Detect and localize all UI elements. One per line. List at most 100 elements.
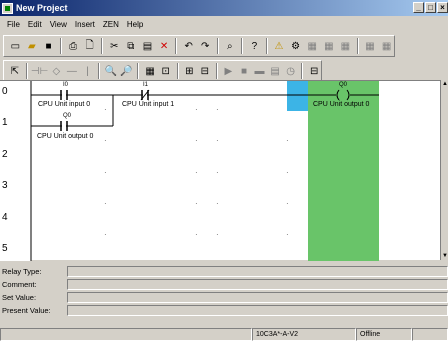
cut-icon[interactable]: ✂ xyxy=(107,38,122,54)
stop-icon[interactable]: ■ xyxy=(237,63,251,79)
run-icon[interactable]: ▶ xyxy=(222,63,236,79)
present-value-label: Present Value: xyxy=(2,305,51,315)
select-icon[interactable]: ⇱ xyxy=(8,63,22,79)
contact-comment: CPU Unit input 0 xyxy=(38,101,91,108)
contact-comment: CPU Unit input 1 xyxy=(122,101,175,108)
close-button[interactable]: × xyxy=(437,2,448,13)
menu-view[interactable]: View xyxy=(46,20,71,29)
set-value-field[interactable] xyxy=(67,291,448,303)
print-icon[interactable]: ⎙ xyxy=(66,38,81,54)
comment-label: Comment: xyxy=(2,279,37,289)
contact-icon[interactable]: ⊣⊢ xyxy=(31,63,48,79)
toolbar-separator xyxy=(215,63,218,79)
disabled-tool-icon[interactable]: ▦ xyxy=(305,38,320,54)
online-icon[interactable]: ⊞ xyxy=(183,63,197,79)
row-number: 3 xyxy=(2,180,8,191)
present-value-row: Present Value: xyxy=(0,304,448,316)
program-icon[interactable]: ▬ xyxy=(253,63,267,79)
row-number: 4 xyxy=(2,212,8,223)
window-controls: _ □ × xyxy=(413,2,448,13)
compile-icon[interactable]: ⚙ xyxy=(288,38,303,54)
row-number: 0 xyxy=(2,86,8,97)
redo-icon[interactable]: ↷ xyxy=(198,38,213,54)
help-icon[interactable]: ? xyxy=(247,38,262,54)
disabled-tool-icon[interactable]: ▦ xyxy=(379,38,394,54)
ladder-toolbar: ⇱ ⊣⊢ ◇ — | 🔍 🔎 ▦ ⊡ ⊞ ⊟ ▶ ■ ▬ ▤ ◷ ⊟ xyxy=(3,60,322,82)
coil-address: Q0 xyxy=(339,82,348,88)
coil-icon[interactable]: ◇ xyxy=(50,63,64,79)
open-icon[interactable]: ▰ xyxy=(25,38,40,54)
disabled-tool-icon[interactable]: ▦ xyxy=(338,38,353,54)
ladder-editor[interactable]: 0 1 2 3 4 5 I0 CPU Unit input 0 I1 CPU U… xyxy=(0,80,440,261)
save-icon[interactable]: ■ xyxy=(41,38,56,54)
zoom-in-icon[interactable]: 🔍 xyxy=(104,63,118,79)
zoom-out-icon[interactable]: 🔎 xyxy=(120,63,134,79)
toolbar-separator xyxy=(25,63,28,79)
relay-type-row: Relay Type: xyxy=(0,265,448,277)
toolbar-separator xyxy=(137,63,140,79)
copy-icon[interactable]: ⧉ xyxy=(124,38,139,54)
relay-type-label: Relay Type: xyxy=(2,266,42,276)
scroll-up-icon[interactable]: ▲ xyxy=(441,80,448,88)
comment-row: Comment: xyxy=(0,278,448,290)
toolbar-separator xyxy=(98,63,101,79)
window-title: New Project xyxy=(16,3,68,13)
monitor-icon[interactable]: ⊡ xyxy=(159,63,173,79)
standard-toolbar: ▭ ▰ ■ ⎙ 🗋 ✂ ⧉ ▤ ✕ ↶ ↷ ⌕ ? ⚠ ⚙ ▦ ▦ ▦ ▦ ▦ xyxy=(3,35,395,57)
line-v-icon[interactable]: | xyxy=(81,63,95,79)
grid-icon[interactable]: ▦ xyxy=(143,63,157,79)
row-number: 2 xyxy=(2,149,8,160)
find-icon[interactable]: ⌕ xyxy=(223,38,238,54)
maximize-button[interactable]: □ xyxy=(425,2,436,13)
rung-area: I0 CPU Unit input 0 I1 CPU Unit input 1 … xyxy=(31,81,440,261)
paste-icon[interactable]: ▤ xyxy=(140,38,155,54)
undo-icon[interactable]: ↶ xyxy=(181,38,196,54)
contact-address: I1 xyxy=(143,82,149,88)
status-model: 10C3A*-A-V2 xyxy=(252,328,356,341)
status-message xyxy=(0,328,252,341)
toolbar-separator xyxy=(241,38,244,54)
print-preview-icon[interactable]: 🗋 xyxy=(82,38,97,54)
vertical-scrollbar[interactable]: ▲ ▼ xyxy=(440,80,448,260)
scroll-down-icon[interactable]: ▼ xyxy=(441,252,448,260)
row-number: 1 xyxy=(2,117,8,128)
row-number-gutter: 0 1 2 3 4 5 xyxy=(0,81,31,261)
warning-icon[interactable]: ⚠ xyxy=(272,38,287,54)
menu-file[interactable]: File xyxy=(3,20,24,29)
toolbar-separator xyxy=(176,63,179,79)
status-extra xyxy=(412,328,448,341)
contact-address: I0 xyxy=(63,82,69,88)
io-icon[interactable]: ⊟ xyxy=(307,63,321,79)
toolbar-separator xyxy=(356,38,359,54)
contact-comment: CPU Unit output 0 xyxy=(37,133,94,140)
toolbar-separator xyxy=(301,63,304,79)
disabled-tool-icon[interactable]: ▦ xyxy=(363,38,378,54)
toolbar-separator xyxy=(175,38,178,54)
menu-zen[interactable]: ZEN xyxy=(99,20,123,29)
toolbar-separator xyxy=(216,38,219,54)
comment-icon[interactable]: ⊟ xyxy=(198,63,212,79)
toolbar-separator xyxy=(265,38,268,54)
line-h-icon[interactable]: — xyxy=(65,63,79,79)
comment-field[interactable] xyxy=(67,278,448,290)
new-icon[interactable]: ▭ xyxy=(8,38,23,54)
menu-help[interactable]: Help xyxy=(123,20,147,29)
title-bar: New Project _ □ × xyxy=(0,0,448,16)
status-bar: 10C3A*-A-V2 Offline xyxy=(0,328,448,341)
set-value-row: Set Value: xyxy=(0,291,448,303)
status-mode: Offline xyxy=(356,328,412,341)
minimize-button[interactable]: _ xyxy=(413,2,424,13)
menu-insert[interactable]: Insert xyxy=(71,20,99,29)
mode-icon[interactable]: ▤ xyxy=(268,63,282,79)
toolbar-separator xyxy=(59,38,62,54)
menu-bar: File Edit View Insert ZEN Help xyxy=(0,16,448,32)
disabled-tool-icon[interactable]: ▦ xyxy=(322,38,337,54)
clock-icon[interactable]: ◷ xyxy=(284,63,298,79)
delete-icon[interactable]: ✕ xyxy=(157,38,172,54)
app-icon xyxy=(2,2,13,14)
contact-address: Q0 xyxy=(63,113,72,119)
relay-type-field[interactable] xyxy=(67,265,448,277)
row-number: 5 xyxy=(2,243,8,254)
menu-edit[interactable]: Edit xyxy=(24,20,46,29)
present-value-field[interactable] xyxy=(67,304,448,316)
